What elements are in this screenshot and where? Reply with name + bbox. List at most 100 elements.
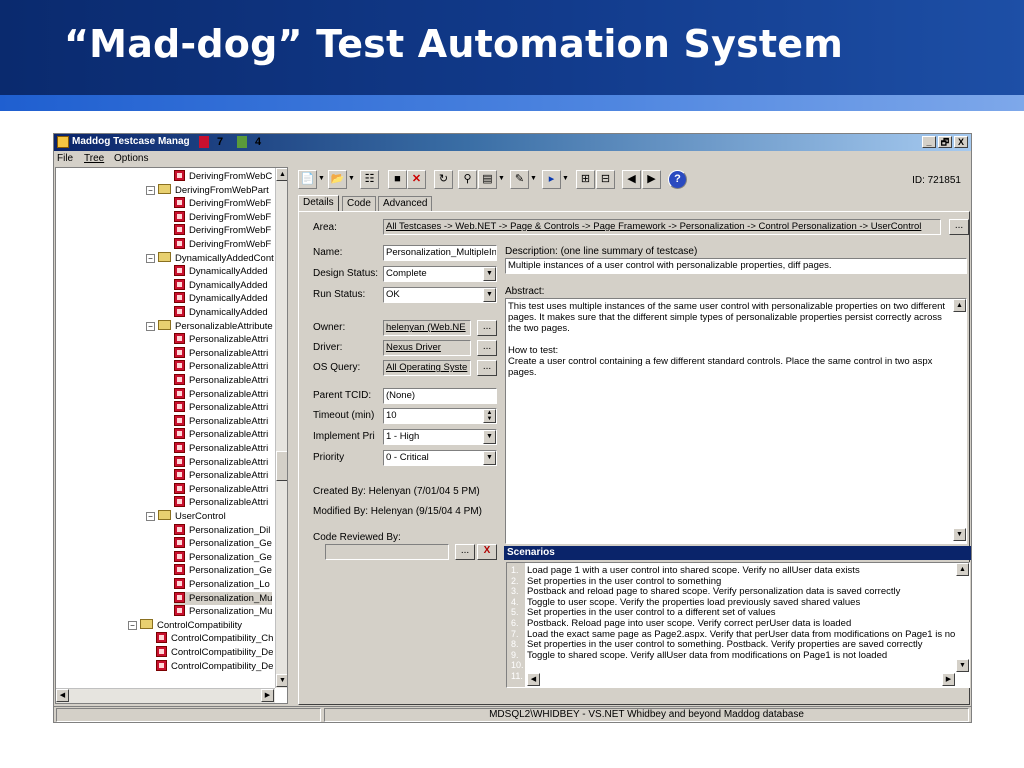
os-query-field[interactable]: All Operating Syste — [383, 360, 471, 376]
run-icon[interactable]: ▸ — [542, 170, 561, 189]
tree-item[interactable]: DerivingFromWebF — [174, 224, 271, 237]
scenario-step[interactable]: Load the exact same page as Page2.aspx. … — [527, 629, 955, 640]
tree-item[interactable]: PersonalizableAttri — [174, 428, 268, 441]
tree-item[interactable]: Personalization_Mu — [174, 591, 273, 605]
chevron-down-icon[interactable]: ▼ — [483, 430, 496, 444]
scenario-step[interactable]: Toggle to user scope. Verify the propert… — [527, 597, 860, 608]
open-icon[interactable]: 📂 — [328, 170, 347, 189]
menu-options[interactable]: Options — [114, 153, 148, 164]
name-field[interactable]: Personalization_MultipleIn — [383, 245, 497, 261]
menu-tree[interactable]: Tree — [84, 153, 104, 164]
scenario-step[interactable]: Set properties in the user control to a … — [527, 607, 776, 618]
owner-browse-button[interactable]: ... — [477, 320, 497, 336]
abstract-textarea[interactable]: This test uses multiple instances of the… — [505, 298, 967, 544]
run-status-select[interactable]: OK ▼ — [383, 287, 497, 303]
priority-select[interactable]: 0 - Critical ▼ — [383, 450, 497, 466]
collapse-toggle-icon[interactable]: − — [146, 512, 155, 521]
tree-item[interactable]: PersonalizableAttri — [174, 482, 268, 496]
scroll-up-icon[interactable]: ▲ — [953, 299, 966, 312]
minimize-button[interactable]: _ — [922, 136, 936, 148]
back-arrow-icon[interactable]: ◀ — [622, 170, 641, 189]
tree-item[interactable]: ControlCompatibility_De — [156, 646, 273, 659]
os-query-browse-button[interactable]: ... — [477, 360, 497, 376]
spin-icon[interactable]: ▲ ▼ — [483, 409, 496, 423]
testcase-tree[interactable]: DerivingFromWebC − DerivingFromWebPart Deri… — [55, 167, 288, 704]
scroll-up-icon[interactable]: ▲ — [276, 168, 287, 181]
tree-item[interactable]: PersonalizableAttri — [174, 469, 268, 482]
tree-item[interactable]: DynamicallyAdded — [174, 306, 268, 319]
tree-item[interactable]: PersonalizableAttri — [174, 333, 268, 346]
design-status-select[interactable]: Complete ▼ — [383, 266, 497, 282]
scenario-step[interactable]: Toggle to shared scope. Verify allUser d… — [527, 650, 887, 661]
collapse-toggle-icon[interactable]: − — [128, 620, 137, 630]
tree-item[interactable]: PersonalizableAttri — [174, 360, 268, 373]
tree-folder[interactable]: − DynamicallyAddedCont — [146, 251, 274, 265]
timeout-stepper[interactable]: 10 ▲ ▼ — [383, 408, 497, 424]
tree-item[interactable]: PersonalizableAttri — [174, 374, 268, 387]
chevron-down-icon[interactable]: ▼ — [483, 267, 496, 281]
tab-code[interactable]: Code — [342, 196, 376, 211]
collapse-icon[interactable]: ⊟ — [596, 170, 615, 189]
restore-button[interactable]: 🗗 — [938, 136, 952, 148]
code-reviewed-browse-button[interactable]: ... — [455, 544, 475, 560]
driver-field[interactable]: Nexus Driver — [383, 340, 471, 356]
area-field[interactable]: All Testcases -> Web.NET -> Page & Contr… — [383, 219, 941, 235]
edit-dropdown-icon[interactable]: ▼ — [529, 170, 538, 189]
menu-file[interactable]: File — [57, 153, 73, 164]
scroll-down-icon[interactable]: ▼ — [953, 528, 966, 541]
scenario-step[interactable]: Set properties in the user control to so… — [527, 576, 721, 587]
driver-browse-button[interactable]: ... — [477, 340, 497, 356]
collapse-toggle-icon[interactable]: − — [146, 185, 155, 195]
tree-item[interactable]: PersonalizableAttri — [174, 414, 268, 428]
tree-item[interactable]: DynamicallyAdded — [174, 292, 268, 305]
refresh-icon[interactable]: ↻ — [434, 170, 453, 189]
tree-folder[interactable]: − PersonalizableAttribute — [146, 319, 273, 333]
tree-folder[interactable]: − ControlCompatibility — [128, 618, 242, 632]
new-icon[interactable]: 📄 — [298, 170, 317, 189]
owner-field[interactable]: helenyan (Web.NE — [383, 320, 471, 336]
tree-item[interactable]: DerivingFromWebC — [174, 170, 272, 183]
tree-item[interactable]: PersonalizableAttri — [174, 387, 268, 401]
tree-item[interactable]: Personalization_Dil — [174, 523, 270, 537]
scenario-step[interactable]: Load page 1 with a user control into sha… — [527, 565, 860, 576]
tree-folder[interactable]: − DerivingFromWebPart — [146, 183, 269, 197]
chevron-down-icon[interactable]: ▼ — [483, 288, 496, 302]
filter-icon[interactable]: ▤ — [478, 170, 497, 189]
stop-icon[interactable]: ■ — [388, 170, 407, 189]
expand-icon[interactable]: ⊞ — [576, 170, 595, 189]
run-dropdown-icon[interactable]: ▼ — [561, 170, 570, 189]
tree-item[interactable]: PersonalizableAttri — [174, 442, 268, 455]
filter-dropdown-icon[interactable]: ▼ — [497, 170, 506, 189]
tab-details[interactable]: Details — [298, 195, 339, 212]
code-reviewed-clear-button[interactable]: X — [477, 544, 497, 560]
scroll-down-icon[interactable]: ▼ — [276, 674, 287, 687]
scroll-left-icon[interactable]: ◀ — [527, 673, 540, 686]
parent-tcid-field[interactable]: (None) — [383, 388, 497, 404]
tree-item[interactable]: ControlCompatibility_De — [156, 659, 273, 673]
tree-folder[interactable]: − UserControl — [146, 510, 226, 523]
implement-pri-select[interactable]: 1 - High ▼ — [383, 429, 497, 445]
tree-item[interactable]: DynamicallyAdded — [174, 278, 268, 292]
tree-item[interactable]: PersonalizableAttri — [174, 496, 268, 509]
tree-horizontal-scrollbar[interactable]: ◀ ▶ — [56, 688, 275, 703]
tree-item[interactable]: PersonalizableAttri — [174, 401, 268, 414]
tree-icon[interactable]: ☷ — [360, 170, 379, 189]
close-button[interactable]: X — [954, 136, 968, 148]
scenario-step[interactable]: Postback and reload page to shared scope… — [527, 586, 900, 597]
forward-arrow-icon[interactable]: ▶ — [642, 170, 661, 189]
open-dropdown-icon[interactable]: ▼ — [347, 170, 356, 189]
scroll-thumb[interactable] — [276, 451, 287, 481]
window-titlebar[interactable]: Maddog Testcase Manag 7 4 _ 🗗 X — [54, 134, 971, 151]
tree-item[interactable]: Personalization_Ge — [174, 537, 272, 550]
collapse-toggle-icon[interactable]: − — [146, 321, 155, 331]
code-reviewed-field[interactable] — [325, 544, 449, 560]
collapse-toggle-icon[interactable]: − — [146, 253, 155, 263]
tree-item[interactable]: PersonalizableAttri — [174, 346, 268, 360]
tree-item[interactable]: PersonalizableAttri — [174, 455, 268, 469]
tree-vertical-scrollbar[interactable]: ▲ ▼ — [275, 168, 287, 688]
tree-item[interactable]: DerivingFromWebF — [174, 238, 271, 251]
help-icon[interactable]: ? — [668, 170, 687, 189]
delete-icon[interactable]: ✕ — [407, 170, 426, 189]
tree-item[interactable]: Personalization_Ge — [174, 550, 272, 564]
area-browse-button[interactable]: ... — [949, 219, 969, 235]
